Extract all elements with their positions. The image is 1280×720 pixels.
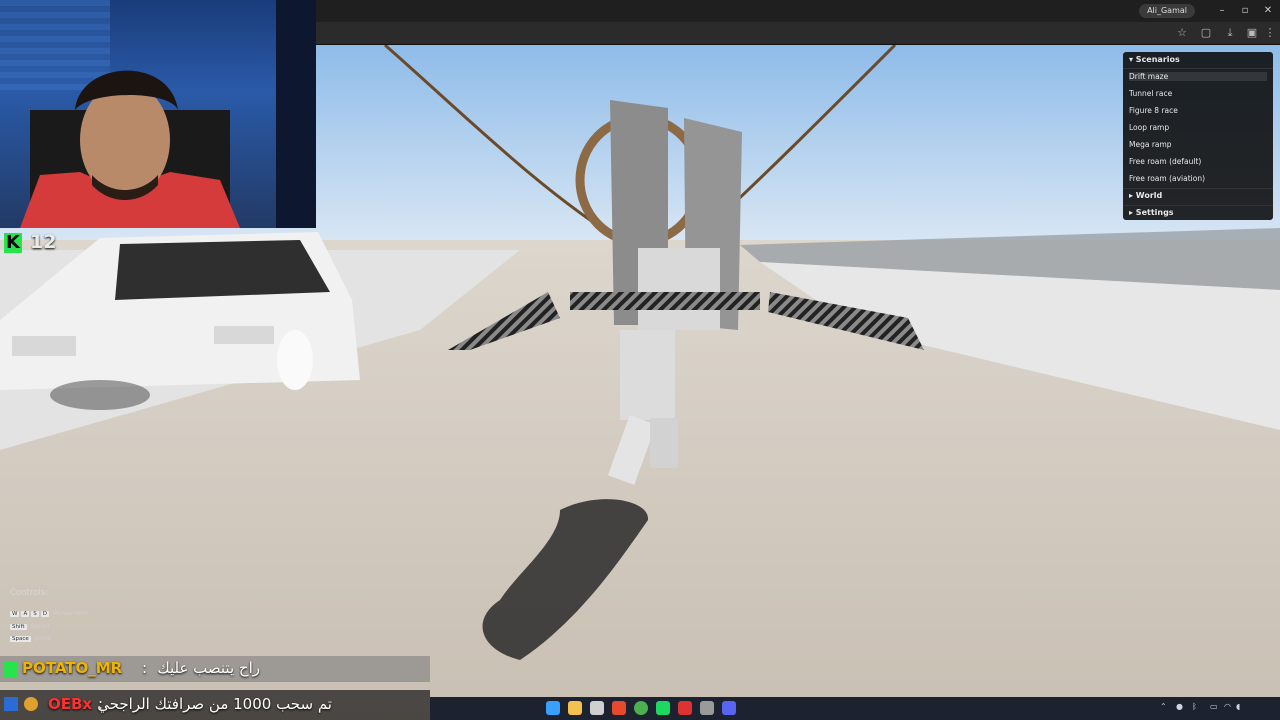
control-row: Shift Sprint bbox=[10, 622, 50, 630]
menu-item-scenario[interactable]: Loop ramp bbox=[1129, 123, 1267, 132]
spotify-icon[interactable] bbox=[656, 701, 670, 715]
control-row: WASD Movement bbox=[10, 609, 87, 617]
block bbox=[638, 248, 720, 330]
browser-toolbar: ☆ ▢ ⤓ ▣ ⋮ bbox=[316, 22, 1280, 45]
control-row: Space Jump bbox=[10, 634, 51, 642]
emote-icon bbox=[24, 697, 38, 711]
key-cap: Space bbox=[10, 636, 31, 642]
menu-header-settings[interactable]: ▸ Settings bbox=[1129, 208, 1174, 217]
chat-username: OEBx bbox=[48, 695, 93, 713]
chat-username: POTATO_MR bbox=[22, 659, 123, 677]
chrome-icon[interactable] bbox=[634, 701, 648, 715]
mic-icon[interactable]: ● bbox=[1176, 702, 1183, 711]
kick-badge-icon bbox=[4, 697, 18, 711]
code-icon[interactable] bbox=[700, 701, 714, 715]
brave-icon[interactable] bbox=[612, 701, 626, 715]
app-icon[interactable] bbox=[678, 701, 692, 715]
download-icon[interactable]: ⤓ bbox=[1222, 25, 1238, 41]
viewer-count-badge: K 12 bbox=[0, 228, 316, 258]
bluetooth-icon[interactable]: ᛒ bbox=[1192, 702, 1197, 711]
menu-header-scenarios[interactable]: ▾ Scenarios bbox=[1129, 55, 1180, 64]
controls-title: Controls: bbox=[10, 588, 49, 598]
webcam-overlay bbox=[0, 0, 316, 228]
minimize-button[interactable]: – bbox=[1212, 2, 1232, 20]
bookmark-star-icon[interactable]: ☆ bbox=[1174, 25, 1190, 41]
wifi-icon[interactable]: ◠ bbox=[1224, 702, 1231, 711]
control-action: Movement bbox=[53, 609, 88, 617]
maximize-button[interactable]: ▫ bbox=[1235, 2, 1255, 20]
browser-titlebar: Ali_Gamal – ▫ ✕ bbox=[316, 0, 1280, 22]
game-menu-panel: ▾ Scenarios Drift maze Tunnel race Figur… bbox=[1123, 52, 1273, 220]
menu-item-scenario[interactable]: Mega ramp bbox=[1129, 140, 1267, 149]
volume-icon[interactable]: ◖ bbox=[1236, 702, 1240, 711]
streamer bbox=[20, 70, 240, 228]
viewer-count: 12 bbox=[30, 231, 57, 253]
menu-item-scenario[interactable]: Drift maze bbox=[1129, 72, 1267, 81]
menu-divider bbox=[1123, 188, 1273, 189]
key-cap: D bbox=[40, 611, 49, 617]
menu-item-scenario[interactable]: Tunnel race bbox=[1129, 89, 1267, 98]
menu-item-scenario[interactable]: Free roam (default) bbox=[1129, 157, 1267, 166]
key-cap: S bbox=[31, 611, 39, 617]
controls-help: Controls: WASD Movement Shift Sprint Spa… bbox=[10, 588, 150, 658]
windows-taskbar: ⌃ ● ᛒ ▭ ◠ ◖ bbox=[430, 697, 1280, 720]
terminal-icon[interactable] bbox=[590, 701, 604, 715]
sidebar-icon[interactable]: ▣ bbox=[1244, 25, 1260, 41]
more-menu-icon[interactable]: ⋮ bbox=[1262, 25, 1278, 41]
kick-badge-icon bbox=[4, 661, 18, 677]
menu-divider bbox=[1123, 68, 1273, 69]
key-cap: W bbox=[10, 611, 20, 617]
menu-item-scenario[interactable]: Free roam (aviation) bbox=[1129, 174, 1267, 183]
chat-message: OEBx : تم سحب 1000 من صرافتك الراجحي bbox=[0, 690, 430, 720]
chat-message: POTATO_MR : راح يتنصب عليك bbox=[0, 656, 430, 682]
chevron-up-icon[interactable]: ⌃ bbox=[1160, 702, 1167, 711]
profile-chip[interactable]: Ali_Gamal bbox=[1139, 4, 1195, 18]
kick-logo-icon: K bbox=[4, 233, 22, 253]
menu-divider bbox=[1123, 205, 1273, 206]
key-cap: A bbox=[21, 611, 30, 617]
extensions-icon[interactable]: ▢ bbox=[1198, 25, 1214, 41]
discord-icon[interactable] bbox=[722, 701, 736, 715]
key-cap: Shift bbox=[10, 624, 27, 630]
control-action: Jump bbox=[34, 634, 52, 642]
chat-separator: : bbox=[142, 659, 148, 677]
menu-item-scenario[interactable]: Figure 8 race bbox=[1129, 106, 1267, 115]
barrier-center bbox=[570, 292, 760, 310]
windows-start-icon[interactable] bbox=[546, 701, 560, 715]
chat-text: راح يتنصب عليك bbox=[157, 659, 260, 677]
monitor-icon[interactable]: ▭ bbox=[1210, 702, 1218, 711]
control-action: Sprint bbox=[30, 622, 50, 630]
chat-text: تم سحب 1000 من صرافتك الراجحي bbox=[97, 695, 332, 713]
menu-header-world[interactable]: ▸ World bbox=[1129, 191, 1162, 200]
file-explorer-icon[interactable] bbox=[568, 701, 582, 715]
close-button[interactable]: ✕ bbox=[1258, 2, 1278, 20]
